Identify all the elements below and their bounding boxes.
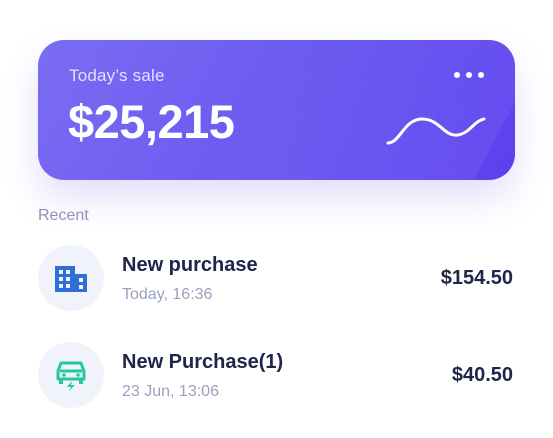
more-dot bbox=[466, 72, 472, 78]
wave-trend-icon bbox=[386, 117, 486, 145]
more-horizontal-icon[interactable] bbox=[454, 68, 484, 82]
card-sheen bbox=[213, 40, 515, 180]
sale-label: Today’s sale bbox=[69, 66, 165, 85]
transaction-amount: $40.50 bbox=[451, 364, 513, 386]
sales-screen: Today’s sale $25,215 Recent New purchase… bbox=[0, 0, 553, 438]
transaction-avatar bbox=[38, 342, 104, 408]
recent-section-label: Recent bbox=[38, 207, 89, 224]
building-icon bbox=[55, 266, 87, 292]
more-dot bbox=[478, 72, 484, 78]
transaction-time: Today, 16:36 bbox=[122, 286, 213, 303]
todays-sale-card[interactable]: Today’s sale $25,215 bbox=[38, 40, 515, 180]
transaction-row[interactable]: New purchase Today, 16:36 $154.50 bbox=[38, 245, 515, 311]
car-charging-icon bbox=[56, 361, 86, 391]
transaction-row[interactable]: New Purchase(1) 23 Jun, 13:06 $40.50 bbox=[38, 342, 515, 408]
transaction-amount: $154.50 bbox=[440, 267, 513, 289]
transaction-title: New purchase bbox=[122, 254, 258, 276]
sale-amount: $25,215 bbox=[68, 95, 235, 148]
more-dot bbox=[454, 72, 460, 78]
transaction-title: New Purchase(1) bbox=[122, 351, 284, 373]
transaction-avatar bbox=[38, 245, 104, 311]
transaction-time: 23 Jun, 13:06 bbox=[122, 383, 219, 400]
